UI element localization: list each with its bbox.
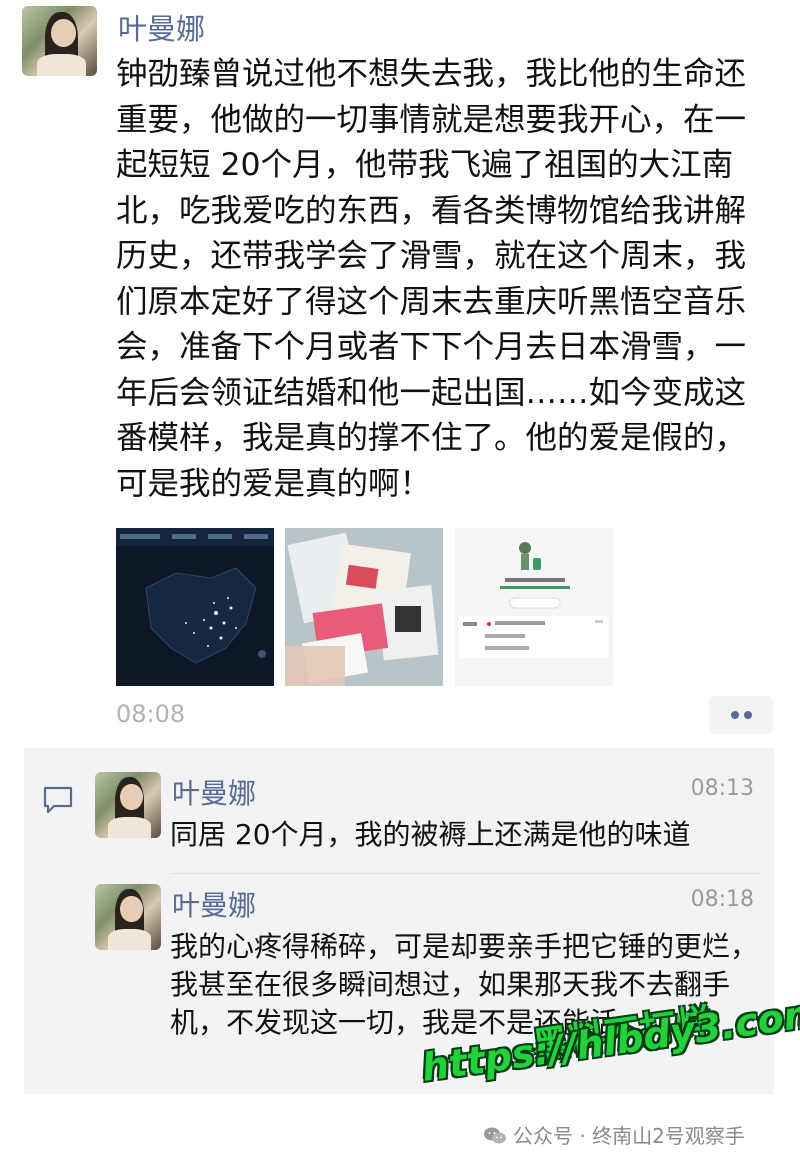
footer-source: 公众号 · 终南山2号观察手 xyxy=(483,1120,745,1149)
post-author-avatar[interactable] xyxy=(22,6,97,76)
comment-time: 08:18 xyxy=(690,887,754,912)
comment-text: 同居 20个月，我的被褥上还满是他的味道 xyxy=(170,818,691,851)
comment-avatar[interactable] xyxy=(95,772,161,838)
comment-avatar[interactable] xyxy=(95,884,161,950)
wechat-icon xyxy=(484,1127,506,1144)
post-timestamp: 08:08 xyxy=(116,700,186,728)
post-image-tickets[interactable] xyxy=(285,528,443,686)
more-actions-button[interactable] xyxy=(709,696,773,734)
comment-author-name[interactable]: 叶曼娜 xyxy=(172,884,256,924)
comment-author-name[interactable]: 叶曼娜 xyxy=(172,772,256,812)
comment-bubble-icon xyxy=(43,786,73,814)
more-dots-icon xyxy=(731,711,739,719)
footer-source-text: 公众号 · 终南山2号观察手 xyxy=(513,1124,745,1148)
post-image-map[interactable] xyxy=(116,528,274,686)
comment-time: 08:13 xyxy=(690,776,754,801)
post-author-name[interactable]: 叶曼娜 xyxy=(118,6,205,48)
comment-divider xyxy=(170,873,760,874)
post-body-text: 钟劭臻曾说过他不想失去我，我比他的生命还重要，他做的一切事情就是想要我开心，在一… xyxy=(116,56,747,502)
post-image-trip[interactable] xyxy=(455,528,613,686)
